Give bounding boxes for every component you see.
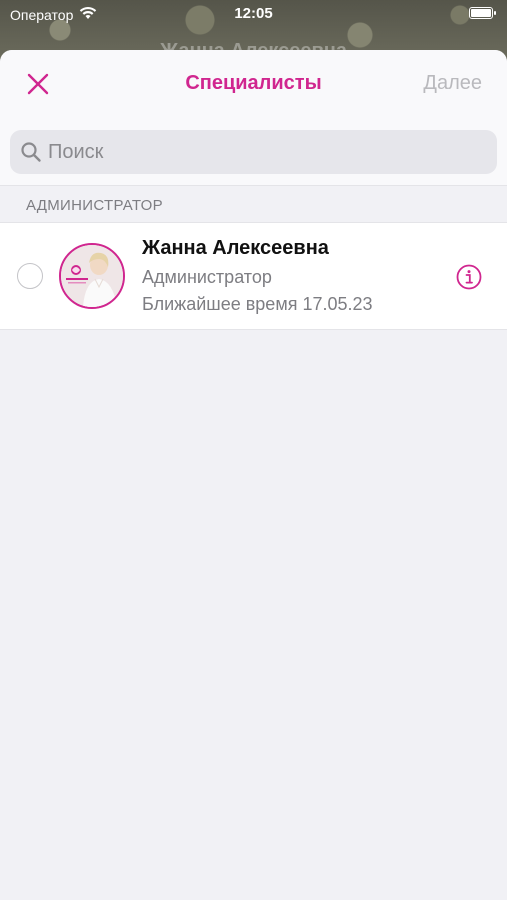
battery-icon (469, 7, 496, 19)
info-button[interactable] (456, 264, 482, 290)
section-header-administrator: АДМИНИСТРАТОР (26, 197, 163, 214)
radio-icon[interactable] (17, 263, 43, 289)
status-bar: Оператор 12:05 (0, 0, 507, 28)
navigation-bar: Специалисты Далее (0, 50, 507, 118)
specialists-sheet: Специалисты Далее АДМИНИСТРАТОР (0, 50, 507, 900)
avatar (59, 243, 125, 309)
specialist-name: Жанна Алексеевна (142, 237, 329, 259)
search-field-container[interactable] (10, 130, 497, 174)
search-input[interactable] (48, 140, 448, 164)
status-time: 12:05 (234, 5, 273, 22)
search-icon (21, 142, 41, 162)
nearest-time: Ближайшее время 17.05.23 (142, 294, 373, 314)
info-icon (456, 264, 482, 290)
specialist-row[interactable]: Жанна Алексеевна Администратор Ближайшее… (0, 222, 507, 330)
next-button[interactable]: Далее (423, 72, 482, 95)
search-bar (0, 118, 507, 186)
specialist-role: Администратор (142, 267, 272, 287)
